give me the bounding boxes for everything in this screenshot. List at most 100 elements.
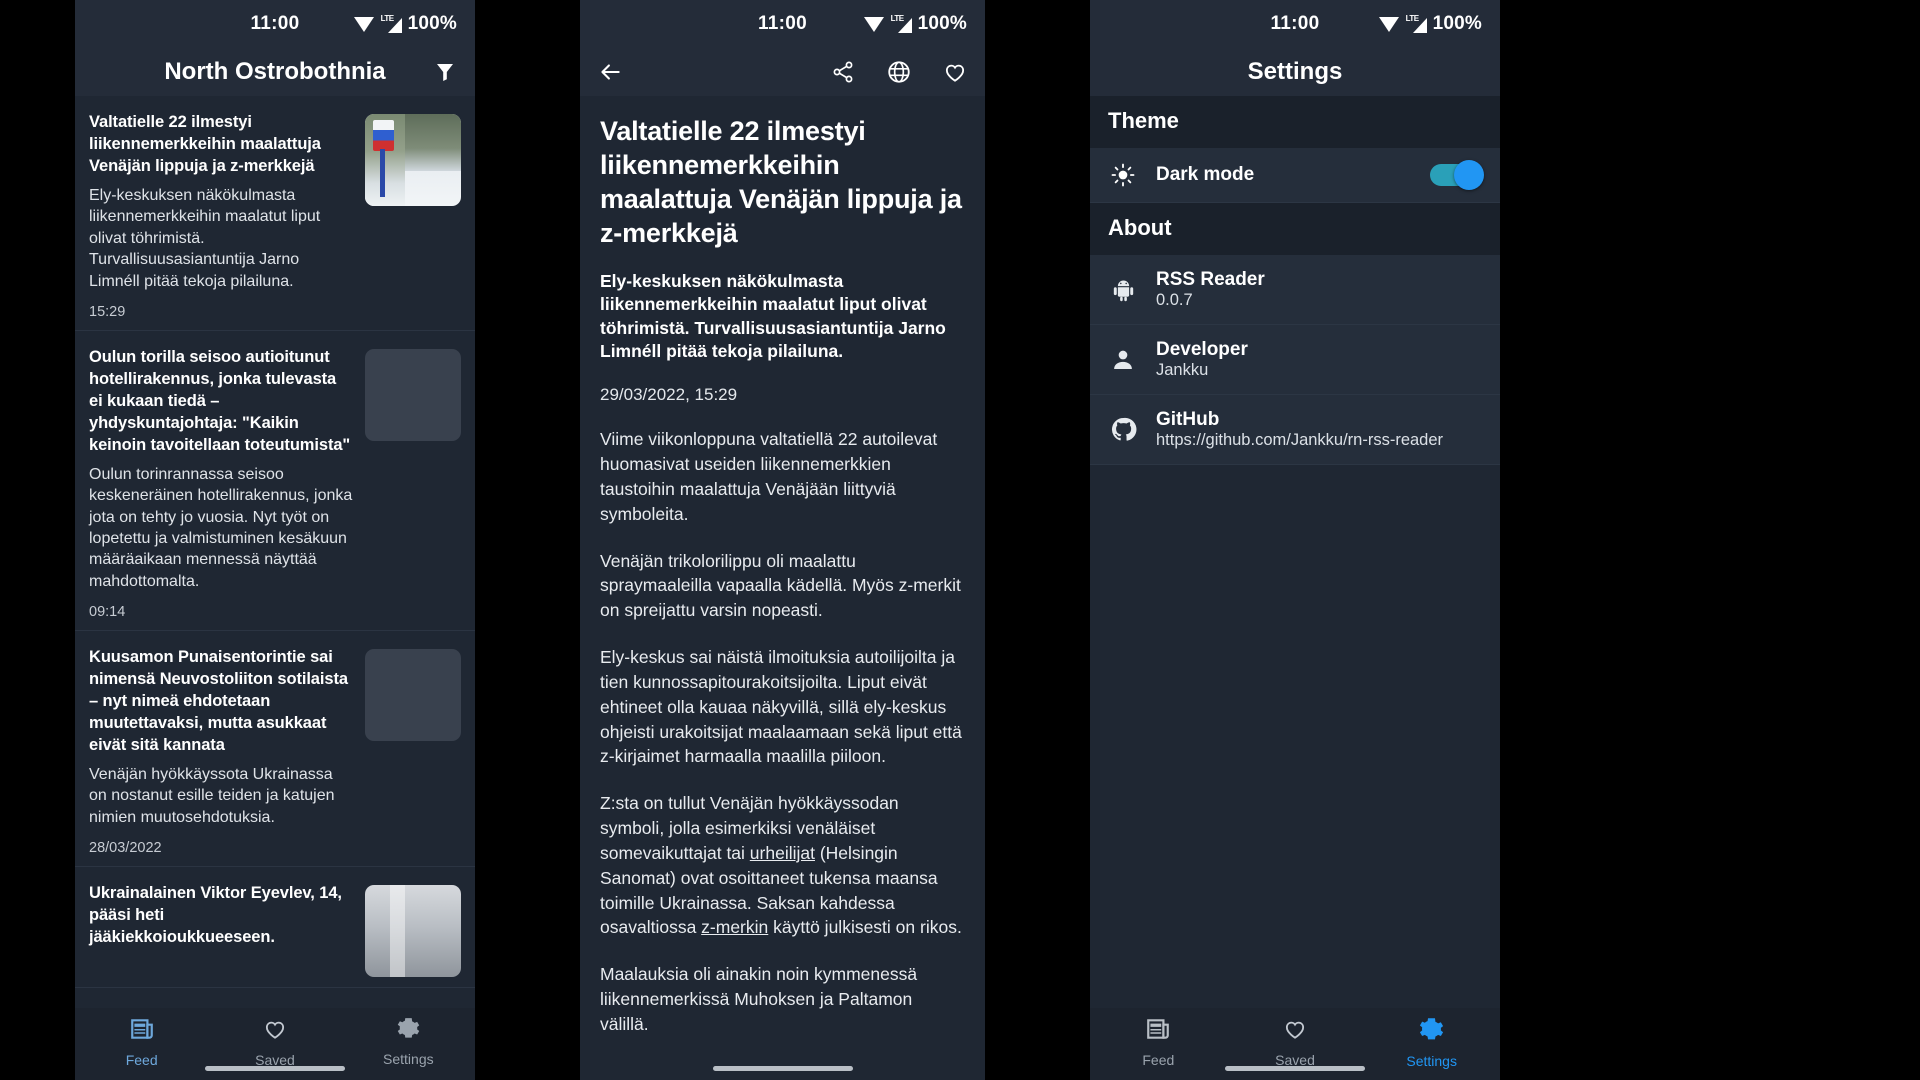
feed-item-time: 09:14: [89, 604, 126, 621]
globe-icon[interactable]: [885, 58, 913, 86]
feed-item-thumbnail-placeholder: [365, 349, 461, 441]
list-item[interactable]: Kuusamon Punaisentorintie sai nimensä Ne…: [75, 631, 475, 868]
section-header-theme: Theme: [1090, 96, 1500, 148]
article-link-urheilijat[interactable]: urheilijat: [750, 843, 815, 863]
person-icon: [1108, 347, 1138, 373]
setting-row-github[interactable]: GitHub https://github.com/Jankku/rn-rss-…: [1090, 395, 1500, 465]
gear-icon: [1418, 1016, 1445, 1048]
article-screen: 11:00 LTE 100% Valtatielle 22 ilmestyi l…: [580, 0, 985, 1080]
screenshot-root: 11:00 LTE 100% North Ostrobothnia Valtat…: [0, 0, 1920, 1080]
status-time: 11:00: [757, 13, 808, 34]
sun-icon: [1108, 162, 1138, 188]
heart-icon[interactable]: [941, 58, 969, 86]
gear-icon: [396, 1016, 421, 1046]
setting-label: GitHub: [1156, 409, 1220, 430]
home-indicator: [1225, 1066, 1365, 1071]
paragraph-text: käyttö julkisesti on rikos.: [768, 917, 962, 938]
gesture-bar-area: [580, 1058, 985, 1080]
setting-row-app-version[interactable]: RSS Reader 0.0.7: [1090, 255, 1500, 325]
paragraph-text: Ely-keskus sai näistä ilmoituksia autoil…: [600, 647, 962, 767]
feed-item-title: Ukrainalainen Viktor Eyevlev, 14, pääsi …: [89, 884, 342, 947]
section-header-about: About: [1090, 203, 1500, 255]
setting-row-developer[interactable]: Developer Jankku: [1090, 325, 1500, 395]
article-paragraph: Z:sta on tullut Venäjän hyökkäyssodan sy…: [600, 791, 965, 940]
home-indicator: [712, 1066, 853, 1071]
battery-level: 100%: [1432, 13, 1482, 34]
feed-list[interactable]: Valtatielle 22 ilmestyi liikennemerkkeih…: [75, 96, 475, 1008]
page-title: Settings: [1247, 58, 1343, 85]
setting-label: Dark mode: [1156, 164, 1255, 185]
battery-level: 100%: [407, 13, 457, 34]
nav-label: Settings: [1406, 1053, 1457, 1069]
setting-label: Developer: [1156, 339, 1248, 360]
nav-item-saved[interactable]: Saved: [1227, 1016, 1364, 1068]
feed-item-title: Kuusamon Punaisentorintie sai nimensä Ne…: [89, 648, 348, 755]
paragraph-text: Venäjän trikolorilippu oli maalattu spra…: [600, 550, 961, 621]
feed-appbar: North Ostrobothnia: [75, 48, 475, 96]
share-icon[interactable]: [829, 58, 857, 86]
article-link-z-merkin[interactable]: z-merkin: [701, 917, 768, 937]
nav-label: Feed: [1142, 1052, 1175, 1068]
status-icons: LTE 100%: [863, 13, 967, 35]
feed-icon: [1145, 1016, 1171, 1047]
status-time: 11:00: [1270, 13, 1320, 34]
battery-level: 100%: [917, 13, 967, 34]
nav-item-settings[interactable]: Settings: [1363, 1016, 1500, 1069]
status-time: 11:00: [250, 13, 300, 34]
list-item[interactable]: Valtatielle 22 ilmestyi liikennemerkkeih…: [75, 96, 475, 331]
nav-item-feed[interactable]: Feed: [75, 1016, 208, 1068]
heart-icon: [262, 1016, 288, 1047]
nav-item-saved[interactable]: Saved: [208, 1016, 341, 1068]
feed-item-title: Oulun torilla seisoo autioitunut hotelli…: [89, 348, 351, 454]
article-lead: Ely-keskuksen näkökulmasta liikennemerkk…: [600, 271, 946, 361]
signal-icon: LTE: [1405, 14, 1427, 33]
status-icons: LTE 100%: [353, 13, 457, 35]
settings-list[interactable]: Theme Dark mode About RSS Reader 0.0.7 D…: [1090, 96, 1500, 1008]
article-paragraph: Ely-keskus sai näistä ilmoituksia autoil…: [600, 645, 965, 769]
nav-label: Settings: [383, 1051, 434, 1067]
setting-label: RSS Reader: [1156, 269, 1265, 290]
page-title: North Ostrobothnia: [164, 58, 386, 85]
android-icon: [1108, 276, 1138, 303]
signal-icon: LTE: [380, 14, 402, 33]
signal-icon: LTE: [890, 14, 912, 33]
feed-item-description: Oulun torinrannassa seisoo keskeneräinen…: [89, 465, 353, 590]
feed-item-description: Ely-keskuksen näkökulmasta liikennemerkk…: [89, 186, 321, 290]
setting-value: Jankku: [1156, 361, 1209, 379]
bottom-navigation: Feed Saved Settings: [75, 1008, 475, 1080]
back-arrow-icon[interactable]: [596, 58, 624, 86]
home-indicator: [205, 1066, 345, 1071]
signal-bars-icon: [387, 17, 402, 33]
nav-item-settings[interactable]: Settings: [342, 1016, 475, 1067]
article-paragraph: Venäjän trikolorilippu oli maalattu spra…: [600, 549, 965, 624]
article-body[interactable]: Valtatielle 22 ilmestyi liikennemerkkeih…: [580, 96, 985, 1058]
wifi-icon: [353, 16, 374, 32]
feed-item-thumbnail: [365, 114, 461, 206]
setting-row-dark-mode[interactable]: Dark mode: [1090, 148, 1500, 203]
status-icons: LTE 100%: [1378, 13, 1482, 35]
list-item[interactable]: Oulun torilla seisoo autioitunut hotelli…: [75, 331, 475, 632]
filter-icon[interactable]: [431, 58, 459, 86]
settings-appbar: Settings: [1090, 48, 1500, 96]
feed-item-title: Valtatielle 22 ilmestyi liikennemerkkeih…: [89, 113, 321, 175]
toggle-knob: [1454, 160, 1484, 190]
feed-item-thumbnail: [365, 885, 461, 978]
setting-value: 0.0.7: [1156, 291, 1193, 309]
article-paragraph: Viime viikonloppuna valtatiellä 22 autoi…: [600, 427, 965, 526]
article-date: 29/03/2022, 15:29: [600, 385, 738, 405]
github-icon: [1108, 416, 1138, 443]
paragraph-text: Maalauksia oli ainakin noin kymmenessä l…: [600, 964, 918, 1034]
wifi-icon: [863, 16, 884, 32]
heart-icon: [1282, 1016, 1308, 1047]
feed-item-description: Venäjän hyökkäyssota Ukrainassa on nosta…: [89, 766, 335, 826]
nav-label: Feed: [125, 1052, 158, 1068]
dark-mode-toggle[interactable]: [1430, 160, 1484, 190]
list-item[interactable]: Ukrainalainen Viktor Eyevlev, 14, pääsi …: [75, 867, 475, 989]
signal-bars-icon: [897, 17, 912, 33]
paragraph-text: Viime viikonloppuna valtatiellä 22 autoi…: [600, 429, 938, 524]
status-bar: 11:00 LTE 100%: [1090, 0, 1500, 48]
feed-item-thumbnail-placeholder: [365, 649, 461, 742]
bottom-navigation: Feed Saved Settings: [1090, 1008, 1500, 1080]
nav-item-feed[interactable]: Feed: [1090, 1016, 1227, 1068]
setting-value: https://github.com/Jankku/rn-rss-reader: [1156, 431, 1444, 449]
